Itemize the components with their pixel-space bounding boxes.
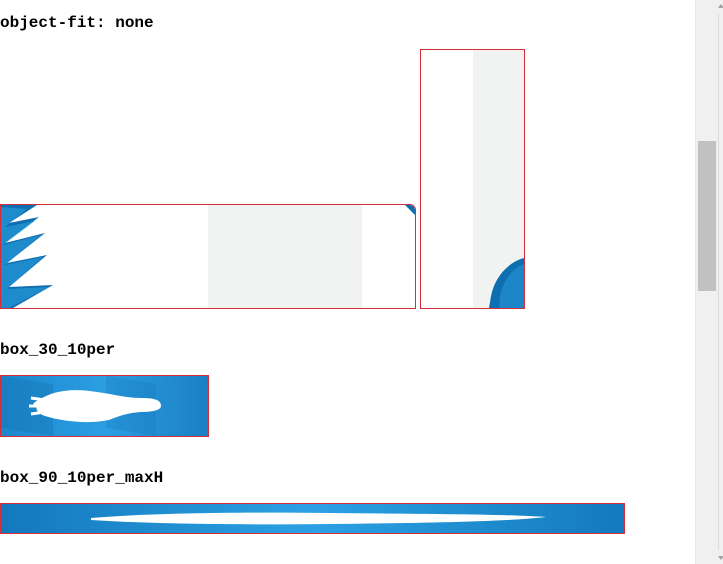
tall-image-frame (420, 49, 525, 309)
scroll-down-arrow-icon[interactable] (718, 556, 723, 560)
tall-image-crop (421, 50, 524, 308)
box-30-image-frame (0, 375, 209, 437)
wide-image-frame (0, 204, 416, 309)
box-90-image-frame (0, 503, 625, 534)
section-heading-box-30: box_30_10per (0, 341, 116, 359)
scrollbar-track (718, 14, 719, 550)
box-30-image (1, 376, 208, 436)
scrollbar-thumb[interactable] (698, 141, 716, 291)
section-heading-box-90: box_90_10per_maxH (0, 469, 164, 487)
section-heading-object-fit: object-fit: none (0, 14, 154, 32)
vertical-scrollbar[interactable] (695, 0, 723, 564)
scroll-up-arrow-icon[interactable] (718, 4, 723, 8)
box-90-image (1, 504, 624, 533)
wide-image-crop (1, 205, 415, 308)
